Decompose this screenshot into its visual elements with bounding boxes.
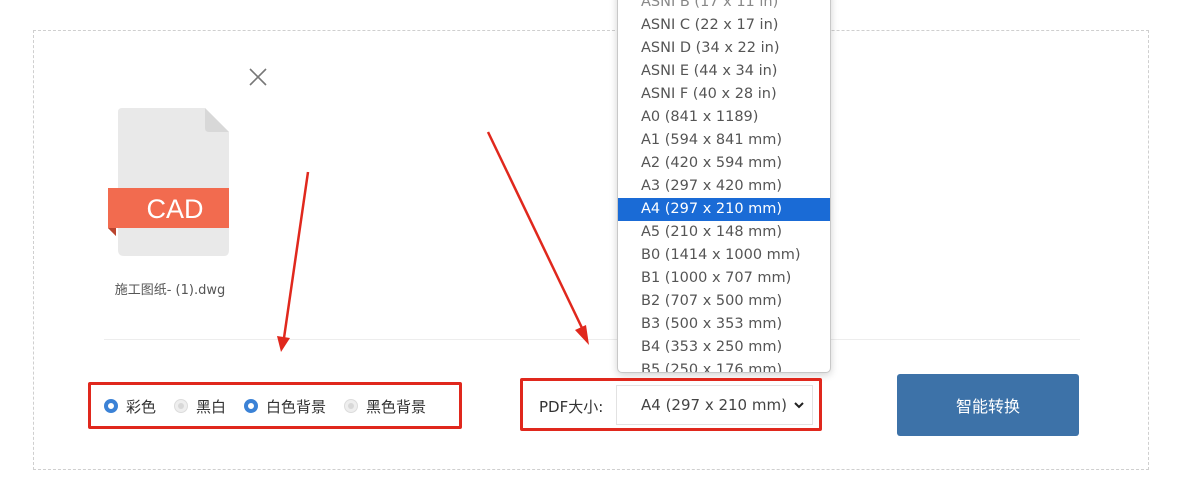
annotation-arrow-left bbox=[277, 171, 310, 352]
annotation-arrows bbox=[277, 131, 589, 352]
annotation-arrow-right bbox=[486, 131, 589, 345]
